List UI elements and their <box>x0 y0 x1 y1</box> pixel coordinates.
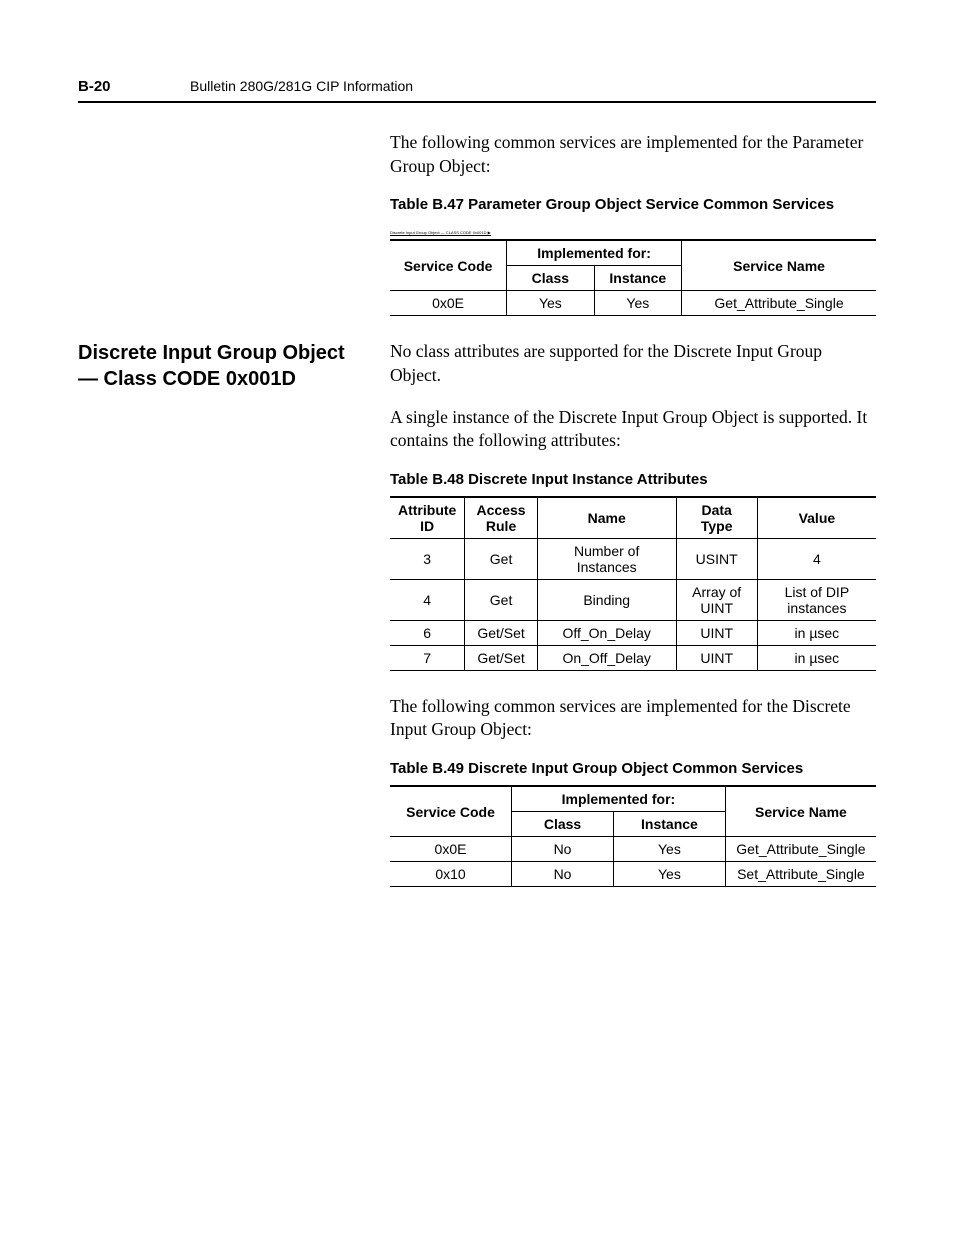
cell: Array of UINT <box>676 579 757 620</box>
cell: in µsec <box>757 645 876 670</box>
th-implemented-for: Implemented for: <box>512 786 726 812</box>
cell-code: 0x0E <box>390 291 507 316</box>
table-row: 0x0E No Yes Get_Attribute_Single <box>390 837 876 862</box>
th-implemented-for: Implemented for: <box>507 240 682 266</box>
cell: Number of Instances <box>537 538 676 579</box>
th-data-type: Data Type <box>676 497 757 539</box>
cell: List of DIP instances <box>757 579 876 620</box>
cell: Get/Set <box>465 620 537 645</box>
header-rule <box>78 101 876 103</box>
cell: 3 <box>390 538 465 579</box>
cell-instance: Yes <box>594 291 681 316</box>
page-header: B-20 Bulletin 280G/281G CIP Information <box>78 78 876 95</box>
cell: 7 <box>390 645 465 670</box>
table-b48-caption: Table B.48 Discrete Input Instance Attri… <box>390 471 876 488</box>
table-row: 7 Get/Set On_Off_Delay UINT in µsec <box>390 645 876 670</box>
table-b47-caption: Table B.47 Parameter Group Object Servic… <box>390 196 876 213</box>
th-instance: Instance <box>594 266 681 291</box>
table-b47: Service Code Implemented for: Service Na… <box>390 239 876 316</box>
table-row: 4 Get Binding Array of UINT List of DIP … <box>390 579 876 620</box>
cell-class: No <box>512 837 614 862</box>
table-b49-caption: Table B.49 Discrete Input Group Object C… <box>390 760 876 777</box>
table-b48: Attribute ID Access Rule Name Data Type … <box>390 496 876 671</box>
cell-code: 0x10 <box>390 862 512 887</box>
section-para1: No class attributes are supported for th… <box>390 340 876 387</box>
th-class: Class <box>512 812 614 837</box>
table-row: 0x10 No Yes Set_Attribute_Single <box>390 862 876 887</box>
cell: 4 <box>390 579 465 620</box>
intro-paragraph: The following common services are implem… <box>390 131 876 178</box>
table-row: 0x0E Yes Yes Get_Attribute_Single <box>390 291 876 316</box>
cell: Get <box>465 538 537 579</box>
cell: Off_On_Delay <box>537 620 676 645</box>
section-para3: The following common services are implem… <box>390 695 876 742</box>
cell-instance: Yes <box>614 862 726 887</box>
cell: 6 <box>390 620 465 645</box>
cell: 4 <box>757 538 876 579</box>
header-title: Bulletin 280G/281G CIP Information <box>190 78 413 94</box>
cell: Binding <box>537 579 676 620</box>
th-name: Name <box>537 497 676 539</box>
th-service-code: Service Code <box>390 786 512 837</box>
cell: UINT <box>676 620 757 645</box>
section-para2: A single instance of the Discrete Input … <box>390 406 876 453</box>
cell-class: Yes <box>507 291 594 316</box>
th-access-rule: Access Rule <box>465 497 537 539</box>
cell-name: Get_Attribute_Single <box>725 837 876 862</box>
cell: USINT <box>676 538 757 579</box>
cell-name: Set_Attribute_Single <box>725 862 876 887</box>
page-number: B-20 <box>78 78 190 95</box>
table-row: 3 Get Number of Instances USINT 4 <box>390 538 876 579</box>
th-service-code: Service Code <box>390 240 507 291</box>
cell-class: No <box>512 862 614 887</box>
cell-name: Get_Attribute_Single <box>682 291 876 316</box>
cell: Get <box>465 579 537 620</box>
cell: UINT <box>676 645 757 670</box>
th-value: Value <box>757 497 876 539</box>
cell: Get/Set <box>465 645 537 670</box>
cell: On_Off_Delay <box>537 645 676 670</box>
table-row: 6 Get/Set Off_On_Delay UINT in µsec <box>390 620 876 645</box>
table-b49: Service Code Implemented for: Service Na… <box>390 785 876 887</box>
th-class: Class <box>507 266 594 291</box>
th-instance: Instance <box>614 812 726 837</box>
cell: in µsec <box>757 620 876 645</box>
cell-code: 0x0E <box>390 837 512 862</box>
th-attribute-id: Attribute ID <box>390 497 465 539</box>
cell-instance: Yes <box>614 837 726 862</box>
section-heading: Discrete Input Group Object — Class CODE… <box>78 340 390 392</box>
tiny-section-hint: Discrete Input Group Object — CLASS CODE… <box>390 230 491 236</box>
th-service-name: Service Name <box>682 240 876 291</box>
th-service-name: Service Name <box>725 786 876 837</box>
